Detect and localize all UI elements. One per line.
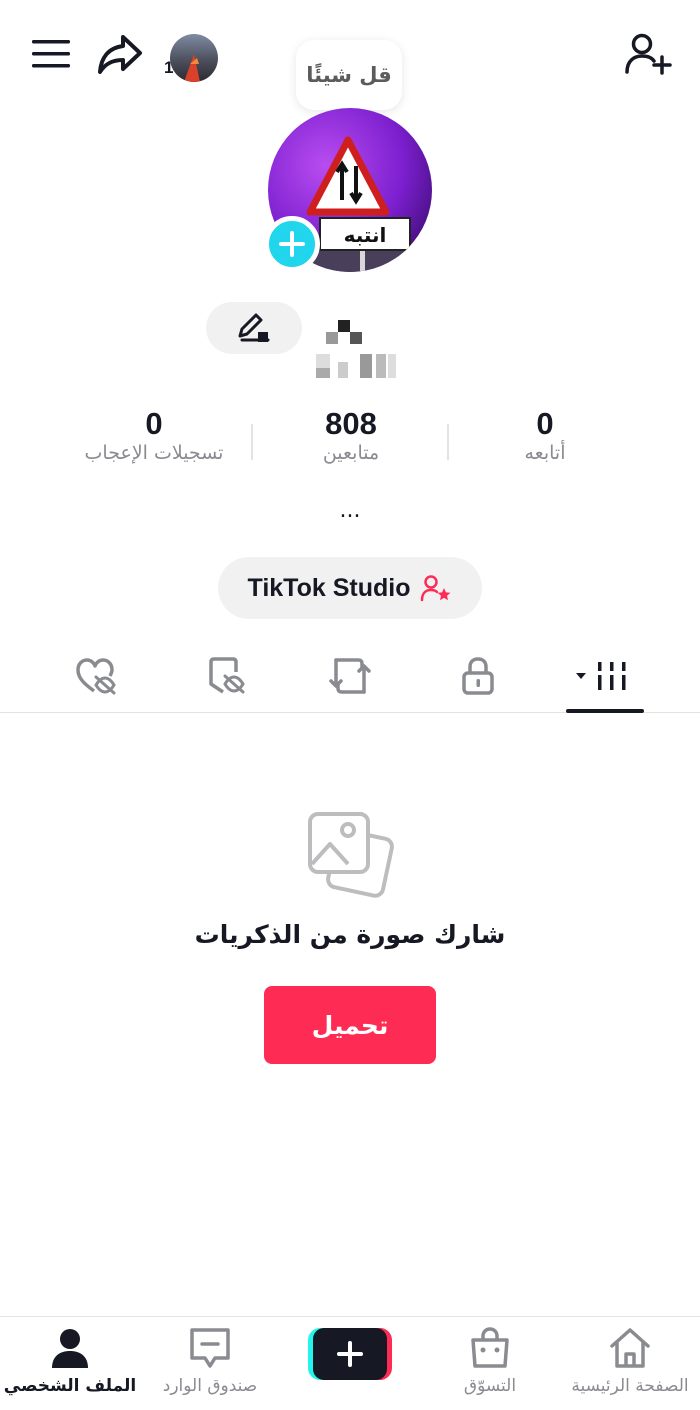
inbox-message-icon bbox=[190, 1328, 230, 1368]
upload-button[interactable]: تحميل bbox=[264, 986, 436, 1064]
nav-profile-label: الملف الشخصي bbox=[3, 1376, 137, 1396]
stat-likes[interactable]: 0 تسجيلات الإعجاب bbox=[54, 406, 254, 464]
nav-inbox[interactable]: صندوق الوارد bbox=[140, 1326, 280, 1406]
create-button[interactable] bbox=[308, 1326, 392, 1382]
stat-following[interactable]: 0 أتابعه bbox=[470, 406, 620, 464]
share-arrow-icon bbox=[98, 35, 142, 74]
likes-count: 0 bbox=[145, 406, 163, 441]
tab-reposts[interactable] bbox=[315, 650, 385, 702]
share-profile-button[interactable] bbox=[94, 30, 146, 78]
tab-private[interactable] bbox=[443, 650, 513, 702]
nav-profile[interactable]: الملف الشخصي bbox=[0, 1326, 140, 1406]
nav-shop[interactable]: التسوّق bbox=[420, 1326, 560, 1406]
bio-text[interactable]: ... bbox=[320, 498, 380, 523]
bottom-nav-divider bbox=[0, 1316, 700, 1317]
stat-divider bbox=[447, 424, 449, 460]
lock-icon bbox=[462, 657, 494, 695]
tab-videos-grid[interactable] bbox=[570, 650, 640, 702]
following-label: أتابعه bbox=[524, 442, 566, 464]
heart-hidden-icon bbox=[76, 658, 116, 695]
edit-name-button[interactable] bbox=[206, 302, 302, 354]
likes-label: تسجيلات الإعجاب bbox=[84, 442, 224, 464]
nav-inbox-label: صندوق الوارد bbox=[162, 1376, 258, 1396]
plus-icon bbox=[279, 231, 305, 257]
add-story-button[interactable] bbox=[264, 216, 320, 272]
hamburger-menu-icon bbox=[32, 40, 70, 68]
username-pixelated bbox=[310, 318, 406, 382]
grid-bars-icon bbox=[576, 662, 626, 690]
plus-icon bbox=[308, 1328, 392, 1380]
person-star-icon bbox=[421, 575, 451, 602]
bookmark-hidden-icon bbox=[209, 657, 245, 694]
nav-shop-label: التسوّق bbox=[463, 1376, 517, 1396]
person-plus-icon bbox=[625, 33, 672, 75]
active-tab-indicator bbox=[566, 709, 644, 713]
followers-label: متابعين bbox=[322, 442, 380, 464]
following-count: 0 bbox=[536, 406, 554, 441]
shopping-bag-icon bbox=[471, 1327, 509, 1368]
story-count: 1 bbox=[164, 58, 174, 77]
note-text: قل شيئًا bbox=[306, 63, 392, 87]
note-bubble[interactable]: قل شيئًا bbox=[296, 40, 402, 110]
avatar-sign-text: انتبه bbox=[344, 223, 387, 247]
followers-count: 808 bbox=[325, 406, 377, 441]
stat-followers[interactable]: 808 متابعين bbox=[276, 406, 426, 464]
person-icon bbox=[52, 1329, 88, 1368]
photos-icon bbox=[302, 808, 398, 900]
empty-state-title: شارك صورة من الذكريات bbox=[194, 920, 506, 949]
tab-liked[interactable] bbox=[61, 650, 131, 702]
menu-button[interactable] bbox=[30, 36, 72, 72]
pencil-icon bbox=[238, 313, 270, 342]
home-icon bbox=[610, 1328, 650, 1368]
add-friend-button[interactable] bbox=[622, 30, 674, 78]
studio-label: TikTok Studio bbox=[247, 573, 411, 602]
avatar-thumbnail bbox=[170, 34, 218, 82]
tab-favorites[interactable] bbox=[190, 650, 260, 702]
tiktok-studio-button[interactable]: TikTok Studio bbox=[218, 557, 482, 619]
story-avatar[interactable] bbox=[170, 34, 218, 82]
nav-home[interactable]: الصفحة الرئيسية bbox=[560, 1326, 700, 1406]
nav-home-label: الصفحة الرئيسية bbox=[571, 1376, 689, 1396]
repost-icon bbox=[329, 658, 371, 694]
